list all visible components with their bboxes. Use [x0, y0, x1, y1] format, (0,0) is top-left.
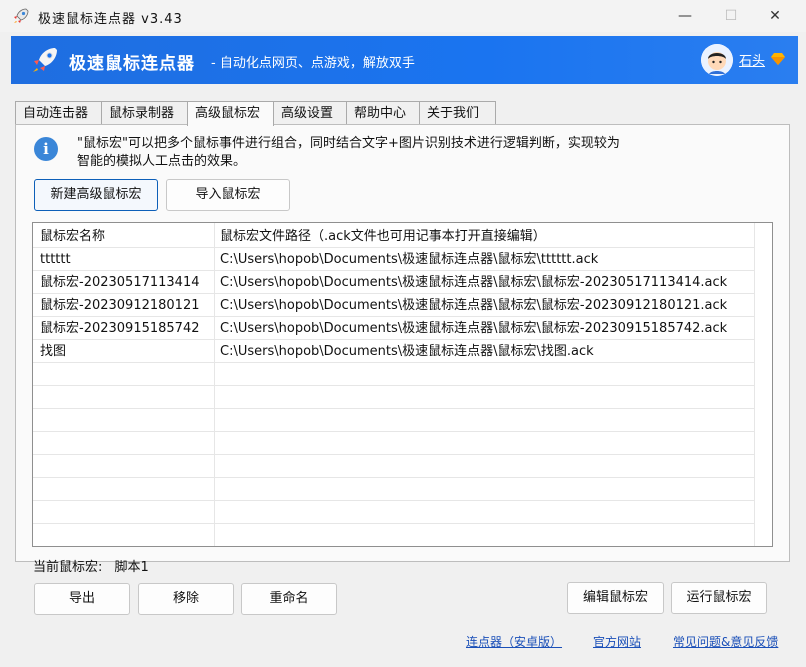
- info-description: "鼠标宏"可以把多个鼠标事件进行组合，同时结合文字+图片识别技术进行逻辑判断，实…: [77, 135, 637, 171]
- macro-path: C:\Users\hopob\Documents\极速鼠标连点器\鼠标宏\鼠标宏…: [220, 275, 728, 290]
- remove-button[interactable]: 移除: [138, 583, 234, 615]
- tab-advanced-settings[interactable]: 高级设置: [273, 101, 350, 125]
- minimize-button[interactable]: —: [662, 0, 708, 32]
- tab-help-center[interactable]: 帮助中心: [346, 101, 423, 125]
- empty-row: [33, 478, 754, 501]
- empty-row: [33, 501, 754, 524]
- empty-row: [33, 455, 754, 478]
- table-row[interactable]: tttttt C:\Users\hopob\Documents\极速鼠标连点器\…: [33, 248, 754, 271]
- export-button[interactable]: 导出: [34, 583, 130, 615]
- macro-name: 鼠标宏-20230915185742: [40, 321, 200, 336]
- tab-mouse-recorder[interactable]: 鼠标录制器: [101, 101, 190, 125]
- macro-name: 鼠标宏-20230912180121: [40, 298, 200, 313]
- table-row[interactable]: 鼠标宏-20230915185742 C:\Users\hopob\Docume…: [33, 317, 754, 340]
- column-divider: [754, 223, 755, 546]
- avatar[interactable]: [701, 44, 733, 76]
- rocket-logo-icon: [33, 48, 57, 72]
- user-avatar-icon: [701, 44, 733, 76]
- maximize-button[interactable]: ☐: [708, 0, 754, 32]
- current-macro: 当前鼠标宏: 脚本1: [33, 556, 149, 575]
- macro-path: C:\Users\hopob\Documents\极速鼠标连点器\鼠标宏\鼠标宏…: [220, 298, 728, 313]
- brand-name: 极速鼠标连点器: [69, 54, 195, 74]
- import-macro-button[interactable]: 导入鼠标宏: [166, 179, 290, 211]
- header-macro-path[interactable]: 鼠标宏文件路径（.ack文件也可用记事本打开直接编辑）: [220, 225, 754, 248]
- empty-row: [33, 386, 754, 409]
- rename-button[interactable]: 重命名: [241, 583, 337, 615]
- run-macro-button[interactable]: 运行鼠标宏: [671, 582, 767, 614]
- table-header-row: 鼠标宏名称 鼠标宏文件路径（.ack文件也可用记事本打开直接编辑）: [33, 225, 754, 248]
- header-macro-name[interactable]: 鼠标宏名称: [40, 225, 214, 248]
- macro-table[interactable]: 鼠标宏名称 鼠标宏文件路径（.ack文件也可用记事本打开直接编辑） tttttt…: [32, 222, 773, 547]
- faq-feedback-link[interactable]: 常见问题&意见反馈: [673, 633, 778, 650]
- tab-advanced-macro[interactable]: 高级鼠标宏: [187, 101, 274, 126]
- new-macro-button[interactable]: 新建高级鼠标宏: [34, 179, 158, 211]
- tab-auto-clicker[interactable]: 自动连击器: [15, 101, 102, 125]
- macro-name: tttttt: [40, 252, 71, 267]
- empty-row: [33, 363, 754, 386]
- macro-name: 鼠标宏-20230517113414: [40, 275, 200, 290]
- table-row[interactable]: 找图 C:\Users\hopob\Documents\极速鼠标连点器\鼠标宏\…: [33, 340, 754, 363]
- window-title: 极速鼠标连点器 v3.43: [38, 12, 183, 27]
- macro-path: C:\Users\hopob\Documents\极速鼠标连点器\鼠标宏\ttt…: [220, 252, 599, 267]
- android-version-link[interactable]: 连点器（安卓版）: [466, 633, 562, 650]
- empty-row: [33, 409, 754, 432]
- info-text-line1: "鼠标宏"可以把多个鼠标事件进行组合，同时结合文字+图片识别技术进行逻辑判断，实…: [77, 136, 620, 151]
- current-macro-label: 当前鼠标宏:: [33, 560, 103, 575]
- edit-macro-button[interactable]: 编辑鼠标宏: [567, 582, 664, 614]
- empty-row: [33, 432, 754, 455]
- info-icon: i: [34, 137, 58, 161]
- close-button[interactable]: ✕: [752, 0, 798, 32]
- username-link[interactable]: 石头: [739, 50, 765, 69]
- macro-name: 找图: [40, 344, 67, 359]
- rocket-app-icon: [14, 8, 29, 23]
- header-banner: 极速鼠标连点器 - 自动化点网页、点游戏，解放双手 石头: [11, 36, 798, 84]
- macro-path: C:\Users\hopob\Documents\极速鼠标连点器\鼠标宏\鼠标宏…: [220, 321, 728, 336]
- empty-row: [33, 524, 754, 546]
- vip-diamond-icon: [771, 53, 785, 65]
- tab-about-us[interactable]: 关于我们: [419, 101, 496, 125]
- slogan: - 自动化点网页、点游戏，解放双手: [211, 56, 415, 71]
- title-bar: 极速鼠标连点器 v3.43 — ☐ ✕: [0, 0, 806, 32]
- table-row[interactable]: 鼠标宏-20230912180121 C:\Users\hopob\Docume…: [33, 294, 754, 317]
- macro-path: C:\Users\hopob\Documents\极速鼠标连点器\鼠标宏\找图.…: [220, 344, 594, 359]
- official-site-link[interactable]: 官方网站: [593, 633, 641, 650]
- current-macro-value: 脚本1: [114, 560, 149, 575]
- info-text-line2: 智能的模拟人工点击的效果。: [77, 154, 247, 169]
- table-row[interactable]: 鼠标宏-20230517113414 C:\Users\hopob\Docume…: [33, 271, 754, 294]
